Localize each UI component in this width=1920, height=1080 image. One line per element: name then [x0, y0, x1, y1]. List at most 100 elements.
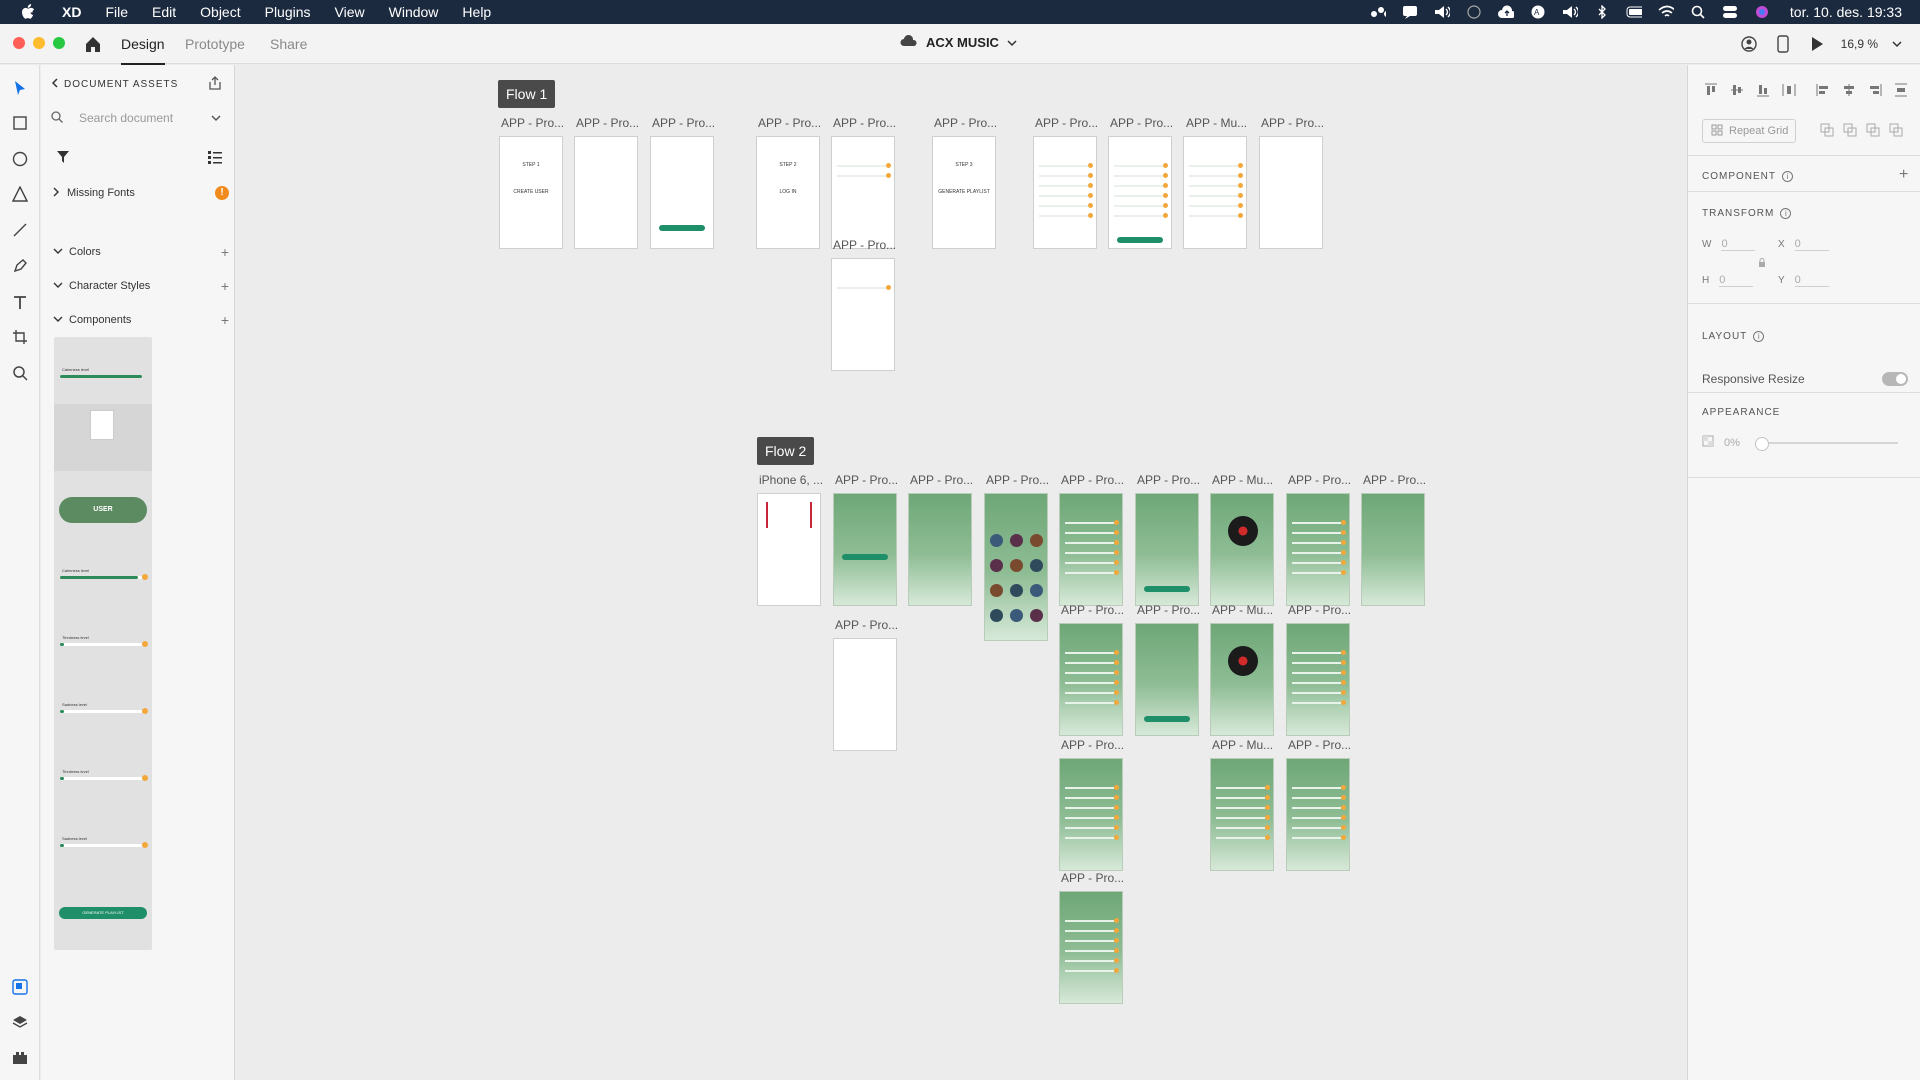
dots-status-icon[interactable]	[1370, 5, 1386, 19]
cloud-upload-icon[interactable]	[1497, 5, 1514, 19]
design-canvas[interactable]: Flow 1 Flow 2 APP - Pro... APP - Pro... AP…	[236, 65, 1687, 1080]
artboard[interactable]	[1135, 493, 1199, 606]
speaker-icon[interactable]	[1562, 5, 1578, 19]
info-icon[interactable]: i	[1782, 171, 1793, 182]
menu-app-name[interactable]: XD	[50, 0, 93, 24]
menu-plugins[interactable]: Plugins	[253, 0, 323, 24]
x-field[interactable]: X0	[1778, 238, 1829, 251]
chevron-down-icon[interactable]	[211, 111, 221, 125]
add-component-icon[interactable]: +	[1899, 166, 1908, 184]
artboard-label[interactable]: APP - Pro...	[1061, 871, 1131, 885]
artboard-label[interactable]: iPhone 6, ...	[759, 473, 829, 487]
artboard[interactable]	[833, 638, 897, 751]
artboard[interactable]	[1210, 758, 1274, 871]
artboard-label[interactable]: APP - Pro...	[576, 116, 646, 130]
text-tool-icon[interactable]	[10, 292, 30, 312]
filter-icon[interactable]	[56, 150, 70, 169]
artboard-label[interactable]: APP - Pro...	[833, 238, 903, 252]
component-thumb-4[interactable]: Calmness level	[54, 538, 152, 615]
artboard-label[interactable]: APP - Pro...	[835, 473, 905, 487]
artboard-label[interactable]: APP - Pro...	[910, 473, 980, 487]
opacity-control[interactable]: 0%	[1702, 435, 1898, 451]
menu-file[interactable]: File	[93, 0, 140, 24]
chevron-down-icon[interactable]	[1892, 37, 1902, 51]
component-thumb-6[interactable]: Sadness level	[54, 672, 152, 749]
assets-header[interactable]: DOCUMENT ASSETS	[51, 78, 178, 91]
distribute-vertical-icon[interactable]	[1892, 81, 1909, 98]
artboard-label[interactable]: APP - Mu...	[1212, 603, 1282, 617]
component-thumb-2[interactable]	[54, 404, 152, 481]
opacity-value[interactable]: 0%	[1724, 437, 1740, 449]
search-box[interactable]: Search document	[51, 107, 221, 129]
artboard-label[interactable]: APP - Pro...	[1261, 116, 1331, 130]
align-right-icon[interactable]	[1866, 81, 1883, 98]
component-thumb-5[interactable]: Tiredness level	[54, 605, 152, 682]
notification-icon[interactable]	[1402, 5, 1418, 19]
components-section[interactable]: Components +	[53, 312, 229, 328]
home-icon[interactable]	[84, 35, 102, 53]
y-value[interactable]: 0	[1794, 274, 1829, 287]
tab-share[interactable]: Share	[270, 36, 307, 52]
distribute-horizontal-icon[interactable]	[1780, 81, 1797, 98]
artboard-label[interactable]: APP - Pro...	[1061, 603, 1131, 617]
artboard[interactable]: ACX	[757, 493, 821, 606]
apple-icon[interactable]	[20, 4, 36, 20]
zoom-tool-icon[interactable]	[10, 363, 30, 383]
artboard-label[interactable]: APP - Pro...	[835, 618, 905, 632]
artboard[interactable]	[833, 493, 897, 606]
window-minimize-button[interactable]	[33, 37, 45, 49]
colors-section[interactable]: Colors +	[53, 244, 229, 260]
responsive-resize-toggle[interactable]	[1882, 372, 1908, 386]
artboard[interactable]	[1108, 136, 1172, 249]
component-thumb-1[interactable]: Calmness level	[54, 337, 152, 414]
artboard[interactable]	[1286, 493, 1350, 606]
artboard[interactable]	[984, 493, 1048, 641]
boolean-intersect-icon[interactable]	[1866, 123, 1880, 142]
artboard[interactable]	[1059, 493, 1123, 606]
artboard[interactable]	[1135, 623, 1199, 736]
artboard[interactable]	[831, 258, 895, 371]
info-icon[interactable]: i	[1753, 331, 1765, 342]
artboard[interactable]	[908, 493, 972, 606]
chevron-left-icon[interactable]	[51, 78, 58, 91]
window-close-button[interactable]	[13, 37, 25, 49]
volume-icon[interactable]	[1434, 5, 1450, 19]
line-tool-icon[interactable]	[10, 220, 30, 240]
align-center-icon[interactable]	[1840, 81, 1857, 98]
missing-fonts-section[interactable]: Missing Fonts !	[53, 186, 229, 200]
artboard-label[interactable]: APP - Mu...	[1212, 473, 1282, 487]
align-middle-icon[interactable]	[1728, 81, 1745, 98]
menu-edit[interactable]: Edit	[140, 0, 188, 24]
artboard[interactable]: STEP 3 GENERATE PLAYLIST	[932, 136, 996, 249]
wifi-icon[interactable]	[1658, 5, 1674, 19]
artboard-label[interactable]: APP - Pro...	[833, 116, 903, 130]
artboard-tool-icon[interactable]	[10, 327, 30, 347]
opacity-slider[interactable]	[1754, 436, 1898, 451]
plugins-icon[interactable]	[10, 1048, 30, 1068]
add-character-style-icon[interactable]: +	[221, 278, 229, 294]
add-component-icon[interactable]: +	[221, 312, 229, 328]
artboard-label[interactable]: APP - Pro...	[501, 116, 571, 130]
character-styles-section[interactable]: Character Styles +	[53, 278, 229, 294]
assets-panel-icon[interactable]	[10, 977, 30, 997]
artboard[interactable]	[1059, 623, 1123, 736]
artboard-label[interactable]: APP - Pro...	[1061, 738, 1131, 752]
layers-icon[interactable]	[10, 1012, 30, 1032]
control-center-icon[interactable]	[1722, 5, 1738, 19]
artboard-label[interactable]: APP - Pro...	[1288, 738, 1358, 752]
boolean-subtract-icon[interactable]	[1843, 123, 1857, 142]
rectangle-tool-icon[interactable]	[10, 113, 30, 133]
tab-design[interactable]: Design	[121, 36, 165, 65]
width-value[interactable]: 0	[1721, 238, 1756, 251]
artboard[interactable]	[1361, 493, 1425, 606]
height-value[interactable]: 0	[1719, 274, 1754, 287]
menu-view[interactable]: View	[323, 0, 377, 24]
boolean-add-icon[interactable]	[1820, 123, 1834, 142]
repeat-grid-button[interactable]: Repeat Grid	[1702, 119, 1796, 143]
pen-tool-icon[interactable]	[10, 256, 30, 276]
artboard-label[interactable]: APP - Mu...	[1212, 738, 1282, 752]
component-thumb-3[interactable]: USER	[54, 471, 152, 548]
battery-icon[interactable]	[1626, 5, 1642, 19]
play-icon[interactable]	[1807, 34, 1827, 54]
select-tool-icon[interactable]	[10, 78, 30, 98]
